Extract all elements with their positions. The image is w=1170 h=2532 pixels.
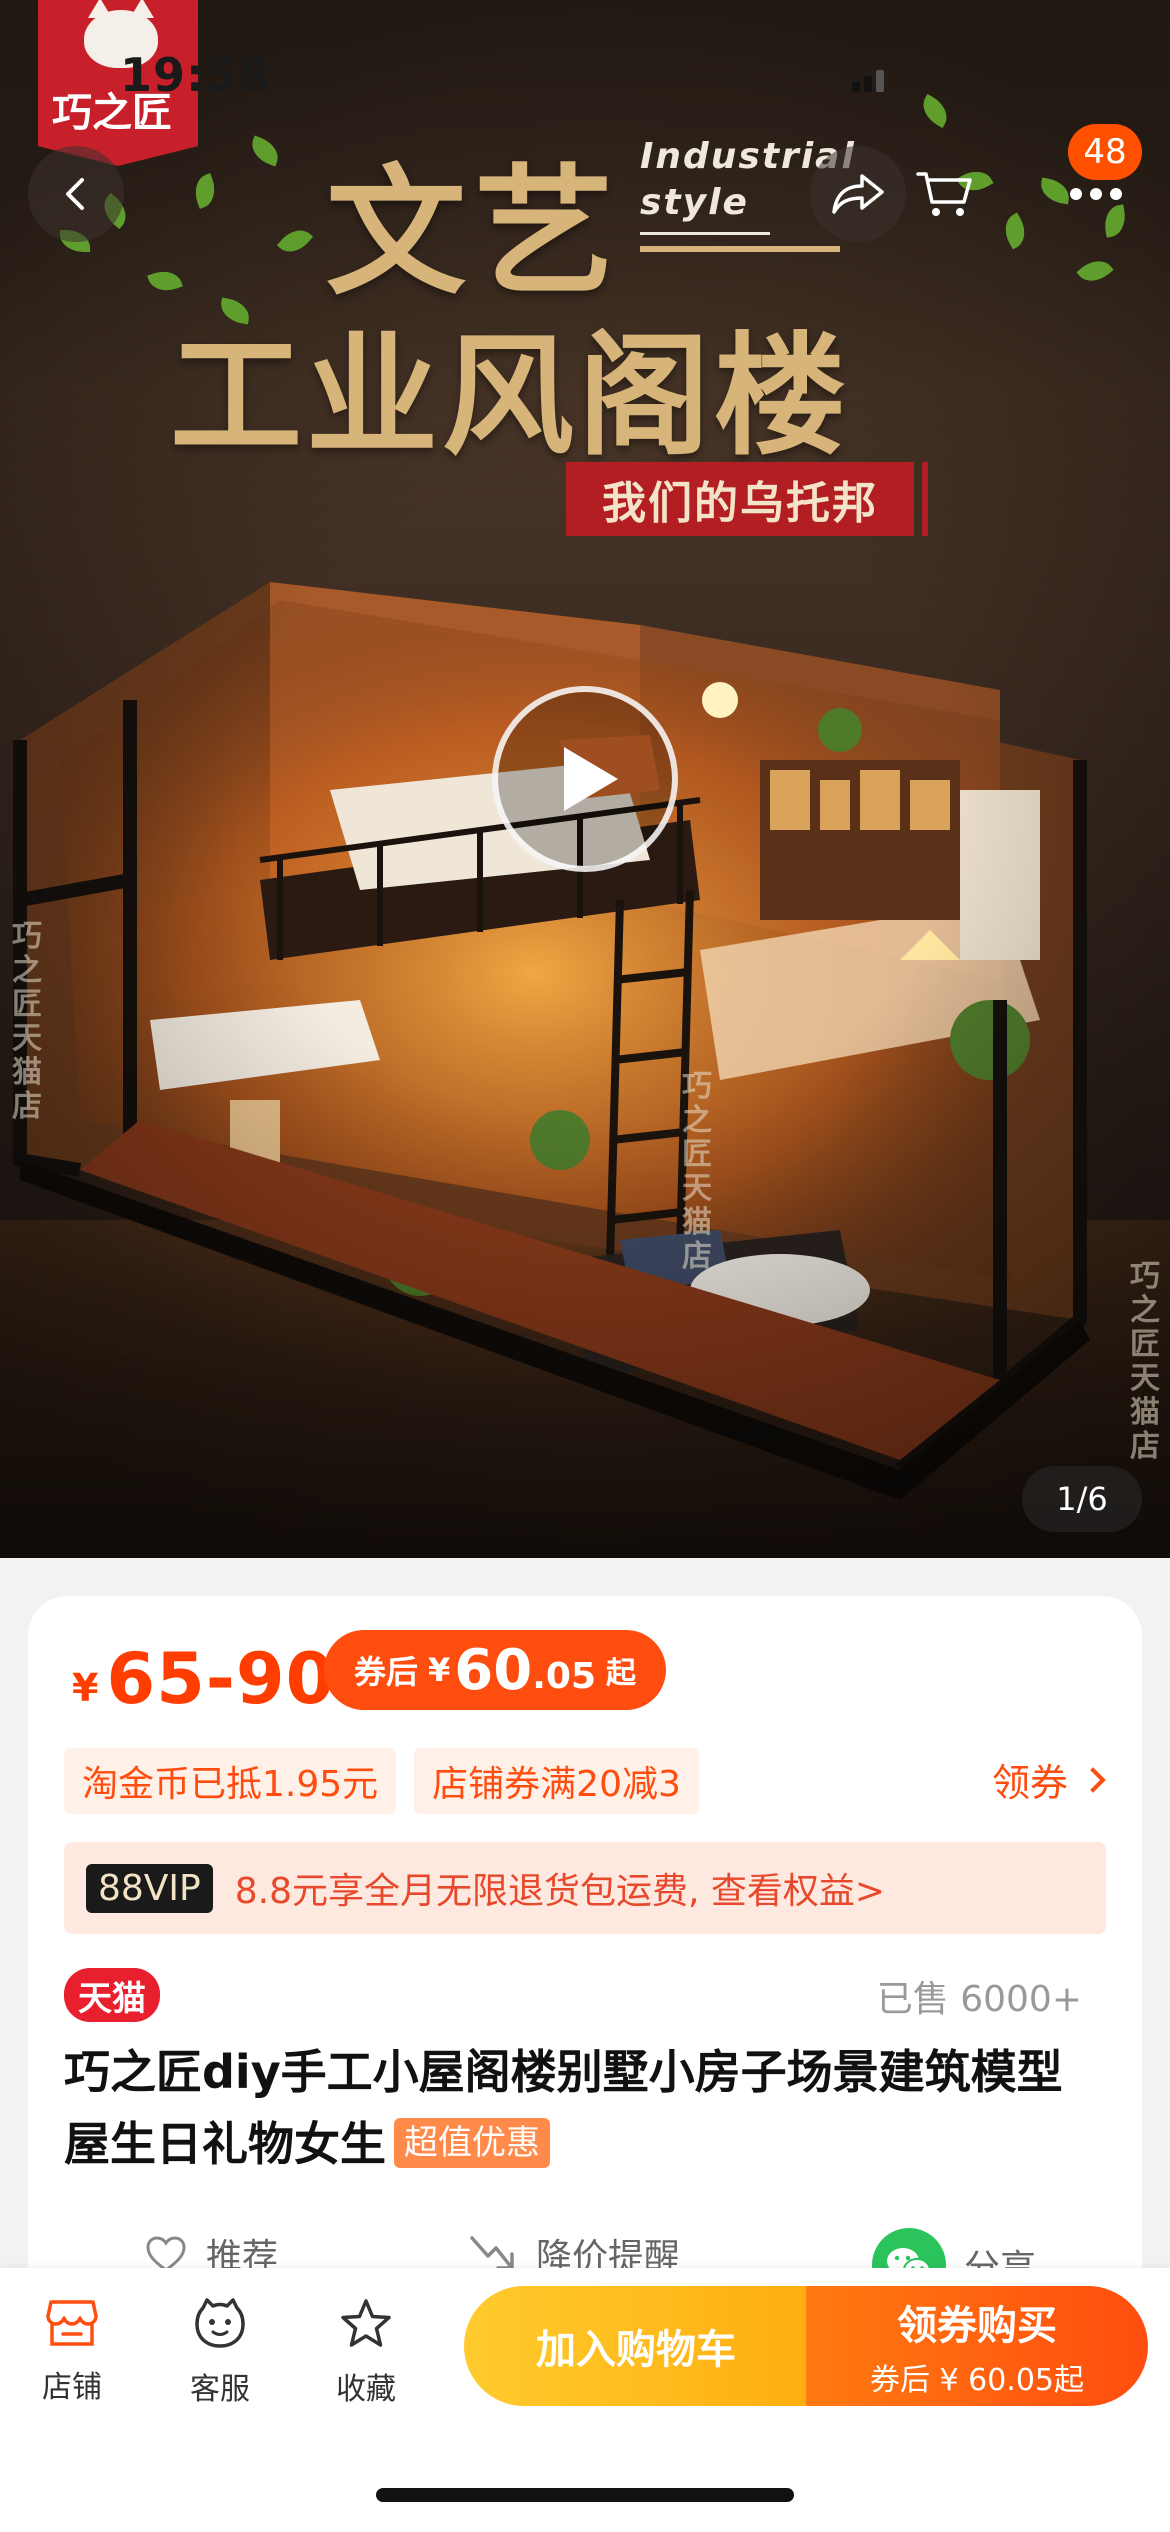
customer-service-label: 客服 bbox=[190, 2372, 250, 2407]
hero-divider-thin bbox=[640, 232, 770, 235]
product-info-card: ¥ 65-90 券后 ¥ 60 .05 起 淘金币已抵1.95元 店铺券满20减… bbox=[28, 1596, 1142, 2316]
coupon-price-decimal: .05 bbox=[532, 1655, 596, 1697]
watermark-left: 巧之匠天猫店 bbox=[12, 919, 42, 1124]
customer-service-button[interactable]: 客服 bbox=[160, 2298, 280, 2408]
customer-service-icon bbox=[195, 2298, 245, 2348]
watermark-right: 巧之匠天猫店 bbox=[1130, 1259, 1160, 1464]
buy-with-coupon-button[interactable]: 领券购买 券后 ¥ 60.05起 bbox=[806, 2286, 1148, 2406]
cart-button[interactable] bbox=[896, 146, 992, 242]
coupon-price-integer: 60 bbox=[454, 1637, 533, 1703]
discount-tags: 淘金币已抵1.95元 店铺券满20减3 bbox=[64, 1748, 717, 1814]
get-coupon-link[interactable]: 领券 bbox=[991, 1752, 1106, 1807]
coin-discount-tag[interactable]: 淘金币已抵1.95元 bbox=[64, 1748, 397, 1814]
status-time: 19:58 bbox=[120, 48, 272, 102]
buy-main-label: 领券购买 bbox=[897, 2303, 1057, 2349]
vip-banner[interactable]: 88VIP 8.8元享全月无限退货包运费, 查看权益> bbox=[64, 1842, 1106, 1934]
chevron-left-icon bbox=[66, 178, 84, 210]
product-title-text: 巧之匠diy手工小屋阁楼别墅小房子场景建筑模型屋生日礼物女生 bbox=[64, 2045, 1063, 2171]
coupon-price-currency: ¥ bbox=[428, 1651, 451, 1689]
image-counter: 1/6 bbox=[1022, 1466, 1142, 1532]
store-icon bbox=[46, 2300, 98, 2346]
cart-count-badge: 48 bbox=[1068, 124, 1142, 180]
back-button[interactable] bbox=[28, 146, 124, 242]
more-dots-icon bbox=[1070, 188, 1122, 200]
coupon-price-pill[interactable]: 券后 ¥ 60 .05 起 bbox=[324, 1630, 666, 1710]
product-detail-page: 文艺 Industrial style 工业风阁楼 我们的乌托邦 巧之匠天猫店 … bbox=[0, 0, 1170, 2532]
vip-badge: 88VIP bbox=[86, 1863, 213, 1913]
promo-chip: 超值优惠 bbox=[394, 2118, 550, 2168]
hero-divider bbox=[640, 246, 840, 252]
price-value: 65-90 bbox=[106, 1638, 336, 1720]
signal-icon bbox=[852, 66, 892, 92]
coupon-price-label: 券后 bbox=[354, 1653, 419, 1691]
price-currency: ¥ bbox=[72, 1666, 99, 1710]
tmall-badge: 天猫 bbox=[64, 1968, 160, 2022]
price-range: ¥ 65-90 bbox=[72, 1638, 335, 1720]
store-coupon-tag[interactable]: 店铺券满20减3 bbox=[414, 1748, 699, 1814]
buy-sub-label: 券后 ¥ 60.05起 bbox=[869, 2363, 1085, 2398]
get-coupon-label: 领券 bbox=[991, 1761, 1068, 1805]
play-icon bbox=[564, 747, 618, 811]
hero-title-line2: 工业风阁楼 bbox=[170, 320, 850, 474]
store-nav-button[interactable]: 店铺 bbox=[12, 2298, 132, 2406]
share-button[interactable] bbox=[810, 146, 906, 242]
hero-subtitle: 我们的乌托邦 bbox=[566, 462, 928, 536]
star-icon bbox=[341, 2299, 391, 2347]
sold-count: 已售 6000+ bbox=[876, 1979, 1082, 2020]
store-nav-label: 店铺 bbox=[42, 2370, 102, 2405]
share-arrow-icon bbox=[832, 174, 884, 214]
coupon-price-suffix: 起 bbox=[606, 1656, 636, 1691]
play-video-button[interactable] bbox=[492, 686, 678, 872]
add-to-cart-button[interactable]: 加入购物车 bbox=[464, 2286, 808, 2406]
product-image-carousel[interactable]: 文艺 Industrial style 工业风阁楼 我们的乌托邦 巧之匠天猫店 … bbox=[0, 0, 1170, 1558]
cart-icon bbox=[916, 172, 972, 216]
vip-text: 8.8元享全月无限退货包运费, 查看权益> bbox=[234, 1871, 886, 1912]
home-indicator[interactable] bbox=[376, 2488, 794, 2502]
chevron-right-icon bbox=[1080, 1766, 1106, 1793]
favorite-label: 收藏 bbox=[336, 2372, 396, 2407]
favorite-button[interactable]: 收藏 bbox=[306, 2298, 426, 2408]
product-title: 巧之匠diy手工小屋阁楼别墅小房子场景建筑模型屋生日礼物女生 超值优惠 bbox=[64, 2036, 1104, 2180]
watermark-center: 巧之匠天猫店 bbox=[682, 1069, 712, 1274]
